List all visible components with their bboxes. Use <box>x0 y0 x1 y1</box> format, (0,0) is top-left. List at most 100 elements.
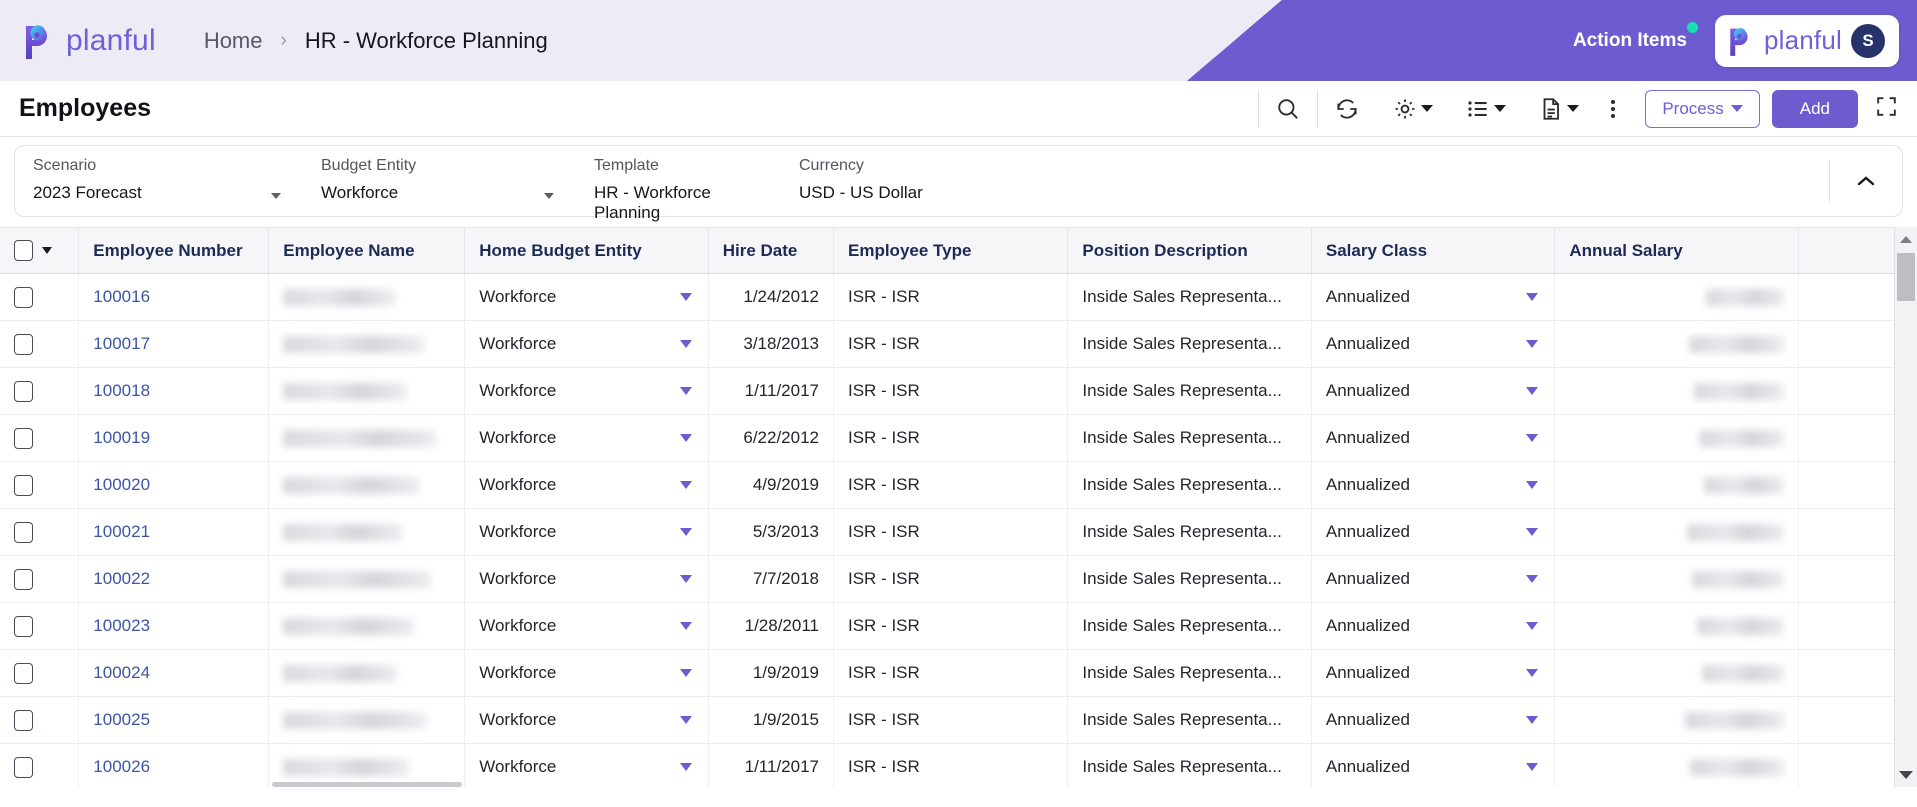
table-row[interactable]: 100020 Workforce 4/9/2019 ISR - ISR Inside S… <box>0 461 1894 509</box>
list-view-button[interactable] <box>1449 81 1522 137</box>
cell-salary-class[interactable]: Annualized <box>1311 508 1556 556</box>
table-row[interactable]: 100016 Workforce 1/24/2012 ISR - ISR Inside … <box>0 273 1894 321</box>
action-items-button[interactable]: Action Items <box>1573 21 1698 52</box>
avatar[interactable]: S <box>1851 23 1885 58</box>
cell-position-description[interactable]: Inside Sales Representa... <box>1067 367 1312 415</box>
table-row[interactable]: 100021 Workforce 5/3/2013 ISR - ISR Inside S… <box>0 508 1894 556</box>
cell-employee-type[interactable]: ISR - ISR <box>833 555 1069 603</box>
cell-hire-date[interactable]: 4/9/2019 <box>708 461 835 509</box>
cell-employee-type[interactable]: ISR - ISR <box>833 461 1069 509</box>
cell-salary-class[interactable]: Annualized <box>1311 461 1556 509</box>
refresh-button[interactable] <box>1318 81 1376 137</box>
chevron-down-icon[interactable] <box>679 622 692 630</box>
row-checkbox[interactable] <box>14 286 33 308</box>
cell-hire-date[interactable]: 1/9/2015 <box>708 696 835 744</box>
fullscreen-button[interactable] <box>1874 94 1899 124</box>
header-position-description[interactable]: Position Description <box>1067 227 1312 274</box>
row-checkbox-cell[interactable] <box>0 367 80 415</box>
select-all-header[interactable] <box>0 227 80 274</box>
chevron-down-icon[interactable] <box>679 669 692 677</box>
cell-employee-number[interactable]: 100017 <box>78 320 270 368</box>
cell-employee-type[interactable]: ISR - ISR <box>833 508 1069 556</box>
employee-number-link[interactable]: 100021 <box>93 522 150 541</box>
row-checkbox-cell[interactable] <box>0 414 80 462</box>
cell-employee-type[interactable]: ISR - ISR <box>833 696 1069 744</box>
chevron-down-icon[interactable] <box>1526 575 1539 583</box>
cell-employee-type[interactable]: ISR - ISR <box>833 273 1069 321</box>
employee-number-link[interactable]: 100016 <box>93 287 150 306</box>
chevron-down-icon[interactable] <box>679 528 692 536</box>
cell-employee-type[interactable]: ISR - ISR <box>833 367 1069 415</box>
cell-employee-number[interactable]: 100019 <box>78 414 270 462</box>
chevron-down-icon[interactable] <box>679 434 692 442</box>
cell-employee-number[interactable]: 100020 <box>78 461 270 509</box>
cell-home-budget-entity[interactable]: Workforce <box>464 367 709 415</box>
more-options-button[interactable] <box>1595 81 1631 137</box>
cell-salary-class[interactable]: Annualized <box>1311 602 1556 650</box>
select-all-checkbox[interactable] <box>14 240 33 261</box>
table-row[interactable]: 100022 Workforce 7/7/2018 ISR - ISR Inside S… <box>0 555 1894 603</box>
cell-position-description[interactable]: Inside Sales Representa... <box>1067 461 1312 509</box>
horizontal-scrollbar-thumb[interactable] <box>272 782 462 787</box>
cell-employee-number[interactable]: 100021 <box>78 508 270 556</box>
row-checkbox-cell[interactable] <box>0 743 80 787</box>
header-employee-name[interactable]: Employee Name <box>268 227 466 274</box>
cell-salary-class[interactable]: Annualized <box>1311 743 1556 787</box>
cell-hire-date[interactable]: 1/9/2019 <box>708 649 835 697</box>
employee-number-link[interactable]: 100019 <box>93 428 150 447</box>
cell-salary-class[interactable]: Annualized <box>1311 555 1556 603</box>
cell-hire-date[interactable]: 3/18/2013 <box>708 320 835 368</box>
chevron-down-icon[interactable] <box>1526 293 1539 301</box>
header-home-budget-entity[interactable]: Home Budget Entity <box>464 227 709 274</box>
scroll-down-button[interactable] <box>1895 765 1917 785</box>
chevron-down-icon[interactable] <box>42 247 52 254</box>
cell-employee-number[interactable]: 100018 <box>78 367 270 415</box>
cell-employee-number[interactable]: 100016 <box>78 273 270 321</box>
chevron-down-icon[interactable] <box>544 193 554 199</box>
table-row[interactable]: 100026 Workforce 1/11/2017 ISR - ISR Inside … <box>0 743 1894 787</box>
employee-number-link[interactable]: 100024 <box>93 663 150 682</box>
chevron-down-icon[interactable] <box>1526 340 1539 348</box>
cell-position-description[interactable]: Inside Sales Representa... <box>1067 414 1312 462</box>
employee-number-link[interactable]: 100025 <box>93 710 150 729</box>
table-row[interactable]: 100017 Workforce 3/18/2013 ISR - ISR Inside … <box>0 320 1894 368</box>
row-checkbox-cell[interactable] <box>0 696 80 744</box>
row-checkbox[interactable] <box>14 333 33 355</box>
cell-home-budget-entity[interactable]: Workforce <box>464 555 709 603</box>
cell-salary-class[interactable]: Annualized <box>1311 649 1556 697</box>
search-button[interactable] <box>1259 81 1317 137</box>
cell-home-budget-entity[interactable]: Workforce <box>464 602 709 650</box>
process-button[interactable]: Process <box>1645 89 1760 128</box>
cell-hire-date[interactable]: 1/11/2017 <box>708 743 835 787</box>
chevron-down-icon[interactable] <box>679 716 692 724</box>
cell-employee-number[interactable]: 100024 <box>78 649 270 697</box>
chevron-down-icon[interactable] <box>1526 528 1539 536</box>
settings-button[interactable] <box>1376 81 1449 137</box>
cell-employee-number[interactable]: 100022 <box>78 555 270 603</box>
chevron-down-icon[interactable] <box>1526 434 1539 442</box>
row-checkbox[interactable] <box>14 615 33 637</box>
row-checkbox[interactable] <box>14 568 33 590</box>
employee-number-link[interactable]: 100020 <box>93 475 150 494</box>
chevron-down-icon[interactable] <box>1526 716 1539 724</box>
chevron-down-icon[interactable] <box>679 387 692 395</box>
employee-number-link[interactable]: 100023 <box>93 616 150 635</box>
chevron-down-icon[interactable] <box>1526 622 1539 630</box>
row-checkbox[interactable] <box>14 756 33 778</box>
chevron-down-icon[interactable] <box>1526 669 1539 677</box>
cell-position-description[interactable]: Inside Sales Representa... <box>1067 743 1312 787</box>
cell-employee-type[interactable]: ISR - ISR <box>833 649 1069 697</box>
header-employee-type[interactable]: Employee Type <box>833 227 1069 274</box>
row-checkbox-cell[interactable] <box>0 602 80 650</box>
header-hire-date[interactable]: Hire Date <box>708 227 835 274</box>
document-button[interactable] <box>1522 81 1595 137</box>
chevron-down-icon[interactable] <box>679 763 692 771</box>
cell-position-description[interactable]: Inside Sales Representa... <box>1067 555 1312 603</box>
cell-hire-date[interactable]: 1/24/2012 <box>708 273 835 321</box>
breadcrumb-home[interactable]: Home <box>204 28 263 54</box>
chevron-down-icon[interactable] <box>679 481 692 489</box>
cell-employee-type[interactable]: ISR - ISR <box>833 602 1069 650</box>
scrollbar-thumb[interactable] <box>1897 253 1915 301</box>
cell-employee-type[interactable]: ISR - ISR <box>833 320 1069 368</box>
cell-employee-type[interactable]: ISR - ISR <box>833 743 1069 787</box>
